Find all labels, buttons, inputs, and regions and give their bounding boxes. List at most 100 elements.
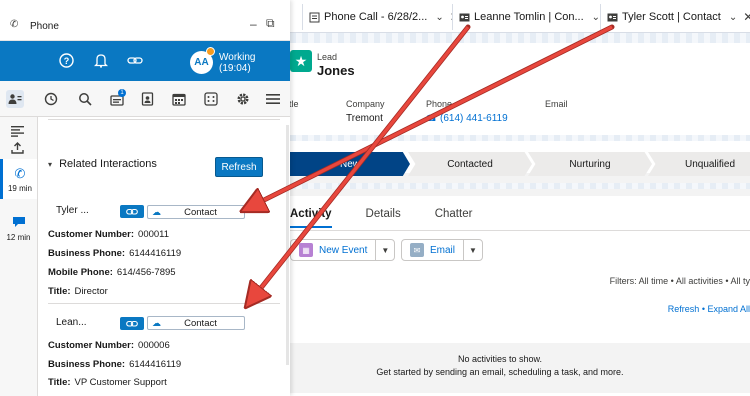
agent-status[interactable]: Working (19:04) [219, 52, 256, 74]
contact-field: Business Phone: 6144416119 [48, 248, 181, 259]
divider [48, 303, 280, 304]
tab-details[interactable]: Details [366, 208, 401, 228]
chevron-down-icon[interactable]: ▼ [376, 240, 394, 260]
chevron-down-icon: ▾ [48, 160, 53, 169]
status-indicator [206, 47, 215, 56]
interaction-call[interactable]: ✆ 19 min [0, 159, 37, 199]
tab-label: Leanne Tomlin | Con... [474, 11, 584, 23]
contact-name[interactable]: Lean... [56, 317, 87, 328]
email-icon: ✉ [410, 243, 424, 257]
help-icon[interactable]: ? [59, 53, 74, 71]
empty-activity: No activities to show. Get started by se… [290, 343, 750, 393]
field-label-company: Company [346, 99, 385, 109]
chevron-down-icon[interactable]: ⌄ [592, 12, 600, 23]
popout-icon[interactable]: ⧉ [266, 16, 275, 31]
list-icon[interactable] [11, 126, 24, 140]
contact-field: Mobile Phone: 614/456-7895 [48, 267, 176, 278]
path-stage-nurturing[interactable]: Nurturing [528, 152, 652, 176]
field-value[interactable]: 6144416119 [129, 248, 181, 259]
phone-number[interactable]: (614) 441-6119 [440, 113, 508, 124]
refresh-button[interactable]: Refresh [215, 157, 263, 177]
field-label: Customer Number: [48, 340, 135, 351]
stage-label: Contacted [447, 158, 493, 170]
stage-label: New [339, 158, 360, 170]
status-timer: (19:04) [219, 63, 251, 74]
field-value[interactable]: 6144416119 [129, 359, 181, 370]
activity-card: Activity Details Chatter ▦ New Event ▼ ✉… [290, 196, 750, 396]
link-icon[interactable] [120, 317, 144, 330]
lead-path: New Contacted Nurturing Unqualified [290, 152, 750, 176]
contact-name[interactable]: Tyler ... [56, 205, 89, 216]
tab-phone-call[interactable]: Phone Call - 6/28/2... ⌄ ✕ [302, 4, 452, 30]
interaction-time: 12 min [6, 233, 31, 242]
section-title: Related Interactions [59, 158, 157, 170]
field-value-phone[interactable]: ☎ (614) 441-6119 [426, 113, 508, 124]
divider [48, 119, 280, 120]
phone-panel: ✆ Phone – ⧉ ? AA Working (19:04) 1 ✆ 19 … [0, 0, 290, 396]
link-icon[interactable] [120, 205, 144, 218]
field-label: Business Phone: [48, 359, 126, 370]
phone-icon: ✆ [10, 19, 19, 30]
chevron-down-icon[interactable]: ▼ [464, 240, 482, 260]
chevron-down-icon[interactable]: ⌄ [729, 12, 737, 23]
link-icon[interactable] [127, 53, 143, 71]
field-value-company: Tremont [346, 113, 383, 124]
contact-button[interactable]: ☁ Contact [147, 205, 245, 219]
new-event-button-group: ▦ New Event ▼ [290, 239, 396, 261]
new-event-button[interactable]: ▦ New Event [291, 240, 377, 260]
related-interactions-header[interactable]: ▾ Related Interactions [48, 158, 157, 170]
contact-field: Title: Director [48, 286, 108, 297]
contact-button-label: Contact [184, 206, 217, 218]
calendar-icon[interactable] [170, 90, 188, 108]
gear-icon[interactable] [234, 90, 252, 108]
phone-title: Phone [30, 21, 59, 32]
contact-button-label: Contact [184, 317, 217, 329]
tab-chatter[interactable]: Chatter [435, 208, 473, 228]
record-tabs: Activity Details Chatter [290, 208, 506, 228]
search-icon[interactable] [76, 90, 94, 108]
refresh-link[interactable]: Refresh [668, 304, 700, 314]
phone-titlebar: ✆ Phone – ⧉ [0, 0, 290, 41]
minimize-icon[interactable]: – [250, 17, 257, 31]
tab-tyler-scott[interactable]: Tyler Scott | Contact ⌄ ✕ [600, 4, 750, 30]
activity-filters[interactable]: Filters: All time • All activities • All… [610, 276, 750, 286]
address-book-icon[interactable] [138, 90, 156, 108]
tab-label: Phone Call - 6/28/2... [324, 11, 428, 23]
path-stage-unqualified[interactable]: Unqualified [648, 152, 750, 176]
dialpad-icon[interactable] [202, 90, 220, 108]
upload-icon[interactable] [11, 142, 24, 157]
contact-button[interactable]: ☁ Contact [147, 316, 245, 330]
email-button[interactable]: ✉ Email [402, 240, 465, 260]
new-event-label: New Event [319, 244, 368, 256]
menu-icon[interactable] [264, 90, 282, 108]
empty-subtitle: Get started by sending an email, schedul… [376, 367, 624, 377]
tab-leanne-tomlin[interactable]: Leanne Tomlin | Con... ⌄ ✕ [452, 4, 600, 30]
close-icon[interactable]: ✕ [743, 10, 750, 24]
tab-activity[interactable]: Activity [290, 208, 332, 228]
chevron-down-icon[interactable]: ⌄ [435, 12, 443, 23]
svg-text:?: ? [64, 56, 70, 66]
interaction-sidebar: ✆ 19 min 12 min [0, 117, 38, 396]
path-stage-new[interactable]: New [290, 152, 410, 176]
expand-all-link[interactable]: Expand All [707, 304, 750, 314]
field-label: Title: [48, 286, 71, 297]
interaction-chat[interactable]: 12 min [0, 209, 37, 249]
bell-icon[interactable] [93, 53, 109, 71]
field-value[interactable]: 614/456-7895 [117, 267, 176, 278]
tab-label: Tyler Scott | Contact [622, 11, 721, 23]
phone-toolbar [0, 81, 290, 117]
scrollbar[interactable] [286, 125, 289, 365]
path-stage-contacted[interactable]: Contacted [408, 152, 532, 176]
history-icon[interactable] [42, 90, 60, 108]
contact-field: Customer Number: 000006 [48, 340, 170, 351]
divider [290, 230, 750, 231]
contact-field: Customer Number: 000011 [48, 229, 169, 240]
field-label: Title: [48, 377, 71, 388]
activity-links: Refresh • Expand All [668, 304, 750, 314]
contact-field: Business Phone: 6144416119 [48, 359, 181, 370]
contact-field: Title: VP Customer Support [48, 377, 167, 388]
contacts-icon[interactable] [6, 90, 24, 108]
chat-icon [12, 216, 26, 231]
field-value: VP Customer Support [74, 377, 167, 388]
contact-card-icon [607, 12, 618, 23]
